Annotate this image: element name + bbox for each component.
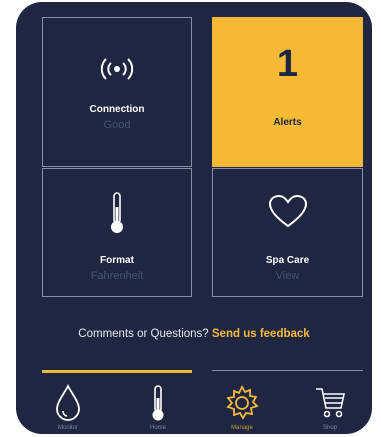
tab-home-label: Home	[149, 425, 166, 431]
feedback-line: Comments or Questions? Send us feedback	[16, 328, 372, 340]
spa-care-title: Spa Care	[265, 255, 310, 266]
tab-home[interactable]: Home	[126, 380, 190, 432]
alerts-tile[interactable]: 1 Alerts	[212, 17, 363, 167]
water-drop-icon	[36, 384, 100, 422]
connection-tile[interactable]: Connection Good	[42, 17, 192, 167]
gear-icon	[210, 384, 274, 422]
tab-shop[interactable]: Shop	[298, 380, 362, 432]
spa-care-value: View	[275, 270, 300, 282]
spa-care-tile[interactable]: Spa Care View	[212, 168, 363, 297]
send-feedback-link[interactable]: Send us feedback	[212, 328, 310, 340]
format-title: Format	[100, 255, 134, 266]
alerts-count: 1	[276, 43, 299, 85]
format-value: Fahrenheit	[90, 270, 144, 282]
tab-monitor[interactable]: Monitor	[36, 380, 100, 432]
thermometer-icon	[126, 384, 190, 422]
feedback-prompt: Comments or Questions?	[78, 328, 212, 340]
active-tab-indicator	[42, 370, 192, 373]
tab-shop-label: Shop	[322, 425, 337, 431]
tab-manage[interactable]: Manage	[210, 380, 274, 432]
heart-icon	[213, 195, 362, 229]
alerts-title: Alerts	[273, 117, 302, 128]
app-screen: Connection Good 1 Alerts Format Fahrenhe…	[16, 2, 372, 434]
format-tile[interactable]: Format Fahrenheit	[42, 168, 192, 297]
tab-monitor-label: Monitor	[57, 425, 78, 431]
connection-title: Connection	[89, 104, 145, 115]
wifi-signal-icon	[43, 56, 191, 82]
tab-bar-divider	[212, 370, 363, 371]
tab-manage-label: Manage	[231, 425, 253, 431]
connection-status: Good	[103, 119, 131, 131]
thermometer-icon	[43, 191, 191, 235]
cart-icon	[298, 384, 362, 422]
